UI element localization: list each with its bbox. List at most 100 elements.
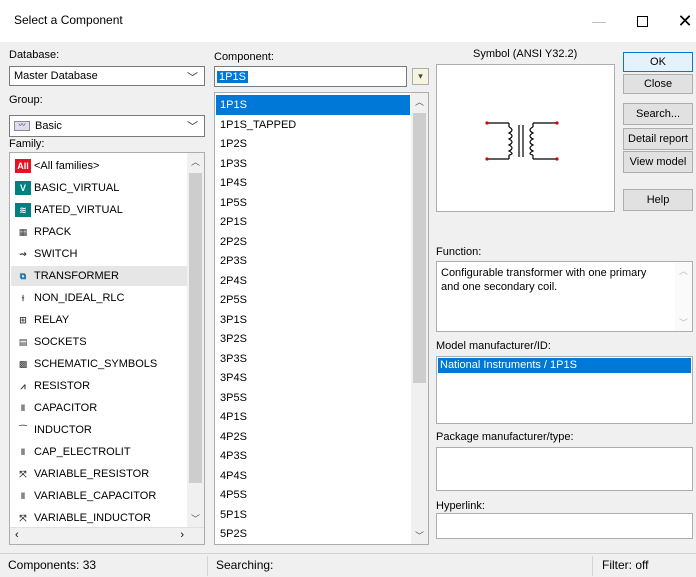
component-item[interactable]: 3P5S	[216, 388, 406, 408]
component-item[interactable]: 5P1S	[216, 505, 406, 525]
family-item-label: INDUCTOR	[34, 424, 92, 436]
schematic-symbols-icon: ▩	[18, 358, 28, 369]
scroll-up-icon[interactable]: ︿	[187, 153, 204, 170]
component-item[interactable]: 1P5S	[216, 193, 406, 213]
scrollbar-thumb[interactable]	[413, 113, 426, 383]
family-list[interactable]: All <All families> V BASIC_VIRTUAL ≋ RATED_VI…	[9, 152, 205, 545]
family-item[interactable]: ▤ SOCKETS	[11, 332, 187, 352]
family-item[interactable]: All <All families>	[11, 156, 187, 176]
component-item[interactable]: 3P2S	[216, 329, 406, 349]
searching-status: Searching:	[216, 558, 274, 572]
component-item[interactable]: 4P1S	[216, 407, 406, 427]
component-item[interactable]: 2P3S	[216, 251, 406, 271]
component-list[interactable]: 1P1S 1P1S_TAPPED 1P2S 1P3S 1P4S 1P5S 2P1S 2P2S 2…	[214, 92, 429, 545]
cap-electrolit-icon: ‖	[20, 447, 26, 457]
family-item[interactable]: ⁀ INDUCTOR	[11, 420, 187, 440]
variable-capacitor-icon: ‖	[20, 491, 26, 501]
family-item[interactable]: V BASIC_VIRTUAL	[11, 178, 187, 198]
package-manufacturer-list[interactable]	[436, 447, 693, 491]
family-item[interactable]: ‖ CAP_ELECTROLIT	[11, 442, 187, 462]
family-item[interactable]: ≋ RATED_VIRTUAL	[11, 200, 187, 220]
help-button[interactable]: Help	[623, 189, 693, 211]
model-manufacturer-list[interactable]: National Instruments / 1P1S	[436, 356, 693, 424]
family-item[interactable]: ⩘ RESISTOR	[11, 376, 187, 396]
family-item[interactable]: ⤧ VARIABLE_INDUCTOR	[11, 508, 187, 528]
component-item[interactable]: 2P2S	[216, 232, 406, 252]
non-ideal-rlc-icon: ⟊	[21, 292, 25, 303]
family-item-label: RPACK	[34, 226, 72, 238]
database-select[interactable]: Master Database ﹀	[9, 66, 205, 86]
family-item-label: RESISTOR	[34, 380, 91, 392]
family-item[interactable]: ‖ CAPACITOR	[11, 398, 187, 418]
model-manufacturer-item[interactable]: National Instruments / 1P1S	[438, 358, 691, 373]
detail-report-button[interactable]: Detail report	[623, 128, 693, 150]
family-item[interactable]: ‖ VARIABLE_CAPACITOR	[11, 486, 187, 506]
family-item-label: VARIABLE_INDUCTOR	[34, 512, 151, 524]
function-scrollbar[interactable]: ︿ ﹀	[675, 262, 692, 331]
hyperlink-field[interactable]	[436, 513, 693, 539]
component-item[interactable]: 3P3S	[216, 349, 406, 369]
family-item[interactable]: ⊞ RELAY	[11, 310, 187, 330]
family-item[interactable]: ⟊ NON_IDEAL_RLC	[11, 288, 187, 308]
scroll-down-icon[interactable]: ﹀	[679, 316, 688, 329]
relay-icon: ⊞	[19, 314, 27, 325]
family-item-label: CAPACITOR	[34, 402, 98, 414]
switch-icon: ⇝	[19, 248, 27, 259]
component-item[interactable]: 3P4S	[216, 368, 406, 388]
family-item[interactable]: ⇝ SWITCH	[11, 244, 187, 264]
family-item[interactable]: ⧉ TRANSFORMER	[11, 266, 187, 286]
component-vertical-scrollbar[interactable]: ︿ ﹀	[411, 93, 428, 544]
component-item[interactable]: 5P2S	[216, 524, 406, 544]
filter-status: Filter: off	[602, 558, 649, 572]
status-bar: Components: 33 Searching: Filter: off	[0, 553, 696, 577]
family-item[interactable]: ▩ SCHEMATIC_SYMBOLS	[11, 354, 187, 374]
component-search-input[interactable]: 1P1S	[214, 66, 407, 87]
scroll-down-icon[interactable]: ﹀	[411, 527, 428, 544]
variable-inductor-icon: ⤧	[19, 512, 27, 523]
family-item-label: TRANSFORMER	[34, 270, 119, 282]
database-label: Database:	[9, 49, 60, 61]
scroll-right-icon[interactable]: ›	[180, 529, 184, 541]
group-select[interactable]: 〰 Basic ﹀	[9, 115, 205, 137]
component-item[interactable]: 4P4S	[216, 466, 406, 486]
scroll-up-icon[interactable]: ︿	[679, 264, 688, 277]
scroll-up-icon[interactable]: ︿	[411, 93, 428, 110]
function-textbox[interactable]: Configurable transformer with one primar…	[436, 261, 693, 332]
component-item[interactable]: 1P4S	[216, 173, 406, 193]
family-item-label: VARIABLE_CAPACITOR	[34, 490, 157, 502]
function-text: Configurable transformer with one primar…	[441, 267, 647, 293]
component-item[interactable]: 2P5S	[216, 290, 406, 310]
component-item[interactable]: 1P2S	[216, 134, 406, 154]
scroll-left-icon[interactable]: ‹	[15, 529, 19, 541]
maximize-icon	[636, 15, 648, 27]
family-item[interactable]: ⤧ VARIABLE_RESISTOR	[11, 464, 187, 484]
component-item[interactable]: 1P3S	[216, 154, 406, 174]
component-item[interactable]: 2P4S	[216, 271, 406, 291]
component-item[interactable]: 4P5S	[216, 485, 406, 505]
minimize-button[interactable]: —	[577, 6, 621, 36]
package-manufacturer-label: Package manufacturer/type:	[436, 431, 574, 443]
component-item[interactable]: 3P1S	[216, 310, 406, 330]
ok-button[interactable]: OK	[623, 52, 693, 72]
component-item[interactable]: 4P3S	[216, 446, 406, 466]
component-item[interactable]: 2P1S	[216, 212, 406, 232]
family-horizontal-scrollbar[interactable]: ‹ ›	[10, 527, 204, 544]
component-item[interactable]: 4P2S	[216, 427, 406, 447]
search-button[interactable]: Search...	[623, 103, 693, 125]
family-item[interactable]: ▦ RPACK	[11, 222, 187, 242]
maximize-button[interactable]	[620, 6, 664, 36]
view-model-button[interactable]: View model	[623, 151, 693, 173]
close-button[interactable]: Close	[623, 74, 693, 94]
close-window-button[interactable]: ✕	[663, 6, 696, 36]
component-item[interactable]: 1P1S	[216, 95, 410, 115]
rated-virtual-icon: ≋	[15, 203, 31, 217]
scroll-down-icon[interactable]: ﹀	[187, 510, 204, 527]
model-manufacturer-label: Model manufacturer/ID:	[436, 340, 551, 352]
component-item[interactable]: 1P1S_TAPPED	[216, 115, 406, 135]
scrollbar-thumb[interactable]	[189, 173, 202, 483]
component-filter-button[interactable]: ▾	[412, 68, 429, 85]
chevron-down-icon: ﹀	[187, 72, 198, 84]
minimize-icon: —	[592, 13, 606, 29]
component-label: Component:	[214, 51, 274, 63]
family-vertical-scrollbar[interactable]: ︿ ﹀	[187, 153, 204, 527]
